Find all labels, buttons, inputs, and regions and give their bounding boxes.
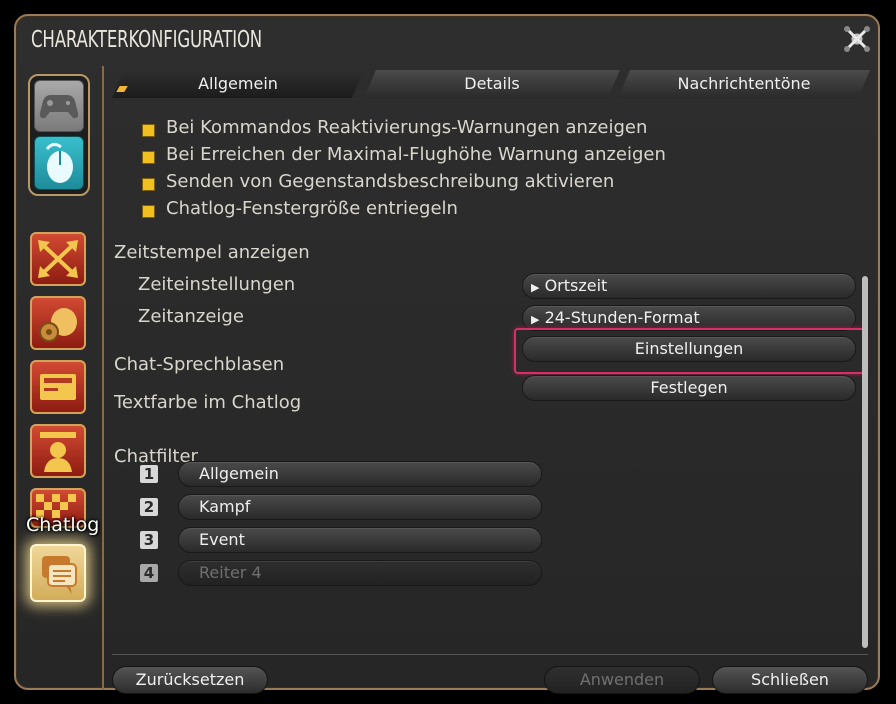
character-icon [40, 432, 76, 472]
option-label: Chatlog-Fenstergröße entriegeln [166, 198, 458, 219]
time-settings-label: Zeiteinstellungen [138, 274, 296, 295]
checkbox[interactable] [142, 151, 155, 164]
filter-number: 3 [140, 531, 158, 549]
category-gear-bag[interactable] [30, 296, 86, 350]
chatfilter-button-4[interactable]: Reiter 4 [178, 560, 542, 586]
dropdown-value: 24-Stunden-Format [544, 308, 700, 327]
gear-bag-icon [39, 308, 77, 342]
dropdown-arrow-icon: ▶ [531, 313, 540, 326]
sidebar-tooltip: Chatlog [26, 514, 100, 536]
scrollbar[interactable] [862, 276, 868, 648]
config-window: CHARAKTERKONFIGURATION Chatlog Allgemein… [14, 14, 880, 694]
gamepad-icon[interactable] [34, 80, 84, 132]
checkbox[interactable] [142, 124, 155, 137]
crossed-arrows-icon [38, 240, 78, 278]
sidebar: Chatlog [16, 66, 104, 690]
timestamp-heading: Zeitstempel anzeigen [114, 242, 310, 263]
category-character[interactable] [30, 424, 86, 478]
chatfilter-button-2[interactable]: Kampf [178, 494, 542, 520]
mouse-icon[interactable] [34, 136, 84, 190]
option-label: Bei Kommandos Reaktivierungs-Warnungen a… [166, 117, 648, 138]
chatfilter-button-1[interactable]: Allgemein [178, 461, 542, 487]
category-chatlog[interactable] [30, 544, 86, 602]
tab-label: Allgemein [198, 74, 278, 93]
text-color-label: Textfarbe im Chatlog [114, 392, 302, 413]
dropdown-arrow-icon: ▶ [531, 281, 540, 294]
title-bar[interactable]: CHARAKTERKONFIGURATION [16, 16, 878, 64]
category-crossed-arrows[interactable] [30, 232, 86, 286]
footer-divider [112, 654, 868, 655]
text-color-button[interactable]: Festlegen [522, 375, 856, 401]
filter-number: 4 [140, 564, 158, 582]
close-button[interactable]: Schließen [712, 666, 868, 694]
chat-bubbles-settings-button[interactable]: Einstellungen [522, 336, 856, 362]
apply-button[interactable]: Anwenden [544, 666, 700, 694]
chat-bubble-icon [42, 556, 77, 594]
chatfilter-button-3[interactable]: Event [178, 527, 542, 553]
tab-label: Details [464, 74, 520, 93]
active-tab-indicator [116, 86, 127, 92]
dropdown-value: Ortszeit [544, 276, 608, 295]
filter-number: 1 [140, 465, 158, 483]
tab-label: Nachrichtentöne [677, 74, 811, 93]
filter-number: 2 [140, 498, 158, 516]
mode-selector [28, 74, 90, 196]
time-settings-dropdown[interactable]: ▶ Ortszeit [522, 273, 856, 299]
tab-details[interactable]: Details [364, 70, 620, 98]
reset-button[interactable]: Zurücksetzen [112, 666, 268, 694]
option-label: Bei Erreichen der Maximal-Flughöhe Warnu… [166, 144, 666, 165]
checkbox[interactable] [142, 178, 155, 191]
close-icon[interactable] [842, 24, 872, 54]
category-card[interactable] [30, 360, 86, 414]
tab-nachrichtentoene[interactable]: Nachrichtentöne [618, 70, 870, 98]
card-icon [40, 374, 76, 400]
window-title: CHARAKTERKONFIGURATION [31, 27, 263, 53]
chat-bubbles-label: Chat-Sprechblasen [114, 354, 285, 375]
checkbox[interactable] [142, 205, 155, 218]
tab-allgemein[interactable]: Allgemein [112, 70, 364, 98]
content-area: Allgemein Details Nachrichtentöne Bei Ko… [104, 66, 880, 694]
tab-bar: Allgemein Details Nachrichtentöne [112, 70, 868, 100]
option-label: Senden von Gegenstandsbeschreibung aktiv… [166, 171, 615, 192]
time-display-label: Zeitanzeige [138, 306, 244, 327]
